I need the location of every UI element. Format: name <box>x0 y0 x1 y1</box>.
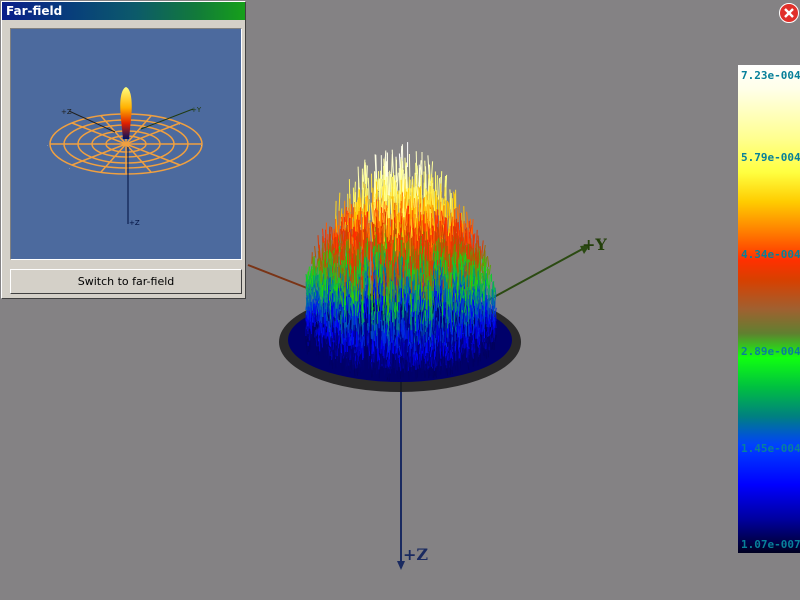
field-spike-segment <box>308 344 310 352</box>
field-spike-segment <box>318 273 320 287</box>
field-spike-segment <box>378 369 381 379</box>
field-spike-segment <box>400 355 402 370</box>
field-spike-segment <box>414 369 417 380</box>
field-spike-segment <box>471 298 474 312</box>
field-spike-segment <box>486 318 488 328</box>
field-spike-segment <box>492 297 495 306</box>
field-spike-segment <box>447 324 450 342</box>
field-spike-segment <box>404 157 407 180</box>
field-spike-segment <box>380 340 383 354</box>
field-spike-segment <box>353 368 356 377</box>
field-spike-segment <box>371 369 373 378</box>
field-spike-segment <box>435 366 438 376</box>
field-spike-segment <box>485 257 488 268</box>
field-spike-segment <box>395 182 397 206</box>
field-spike-segment <box>471 341 473 351</box>
z-axis-label: +Z <box>403 545 428 564</box>
field-spike-segment <box>491 329 493 339</box>
field-spike-segment <box>477 235 480 248</box>
field-spike-segment <box>393 236 396 251</box>
field-spike-segment <box>379 321 382 341</box>
field-spike-segment <box>425 166 427 189</box>
field-spike-segment <box>459 360 462 369</box>
field-spike-segment <box>321 312 323 324</box>
field-spike-segment <box>372 187 374 205</box>
field-spike-segment <box>347 333 349 347</box>
field-spike-segment <box>350 359 353 370</box>
field-spike-segment <box>457 358 460 369</box>
field-spike-segment <box>476 229 478 243</box>
field-spike-segment <box>490 342 492 351</box>
field-spike-segment <box>345 206 347 222</box>
field-spike-segment <box>380 207 382 227</box>
field-spike-segment <box>491 305 493 315</box>
field-spike-segment <box>471 248 474 261</box>
field-spike-segment <box>487 255 490 267</box>
field-spike-segment <box>457 204 460 221</box>
field-spike-segment <box>362 239 365 257</box>
x-axis-line <box>247 264 313 291</box>
y-axis-label: +Y <box>582 235 607 254</box>
field-spikes <box>305 142 497 381</box>
field-spike-segment <box>481 240 484 254</box>
field-spike-segment <box>407 370 410 381</box>
field-spike-segment <box>314 342 316 354</box>
field-spike-segment <box>338 192 341 211</box>
field-spike-segment <box>415 360 417 370</box>
field-spike-segment <box>318 248 320 262</box>
field-spike-segment <box>414 249 417 268</box>
field-spike-segment <box>489 319 492 328</box>
field-spike-segment <box>339 291 341 305</box>
field-spike-segment <box>477 356 479 366</box>
field-spike-segment <box>327 234 329 249</box>
field-spike-segment <box>321 322 323 334</box>
field-spike-segment <box>362 358 365 371</box>
field-spike-segment <box>492 329 495 338</box>
field-spike-segment <box>317 235 320 249</box>
field-spike-segment <box>394 180 396 203</box>
field-spike-segment <box>339 251 342 266</box>
field-spike-segment <box>448 306 450 325</box>
field-spike-segment <box>456 206 459 223</box>
